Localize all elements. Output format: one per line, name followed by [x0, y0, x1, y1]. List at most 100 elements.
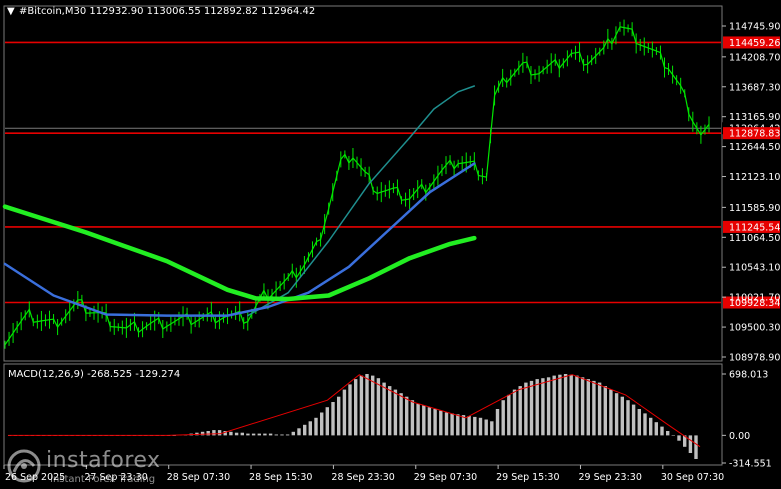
macd-bar: [478, 417, 483, 436]
price-tick-label: 112123.10: [729, 172, 780, 183]
price-tick-label: 108978.90: [729, 353, 780, 364]
macd-bar: [535, 379, 539, 436]
macd-bar: [473, 416, 477, 436]
macd-bar: [461, 415, 466, 436]
macd-title: MACD(12,26,9) -268.525 -129.274: [8, 369, 180, 380]
macd-bar: [660, 426, 664, 436]
macd-bar: [382, 382, 386, 436]
price-tick-label: 110543.10: [729, 263, 780, 274]
macd-tick-label: 0.00: [729, 431, 750, 442]
price-tick-label: 109500.30: [729, 323, 780, 334]
macd-bar: [303, 424, 307, 436]
macd-bar: [257, 433, 261, 436]
macd-bar: [337, 396, 341, 436]
macd-bar: [495, 409, 500, 436]
time-tick-label: 29 Sep 23:30: [578, 472, 641, 483]
macd-bar: [388, 386, 392, 436]
macd-bar: [609, 389, 613, 436]
macd-bar: [268, 433, 273, 436]
price-tick-label: 113687.30: [729, 82, 780, 93]
macd-bar: [348, 384, 352, 436]
chart-canvas: 112964.42114459.26112878.83111245.541099…: [0, 0, 781, 489]
macd-bar: [212, 430, 216, 436]
time-tick-label: 28 Sep 23:30: [331, 472, 394, 483]
time-tick-label: 28 Sep 15:30: [249, 472, 312, 483]
macd-bar: [575, 375, 579, 436]
price-tick-label: 111064.50: [729, 233, 780, 244]
macd-bar: [354, 379, 358, 436]
macd-bar: [399, 393, 403, 436]
price-tick-label: 114745.90: [729, 22, 780, 33]
macd-bar: [308, 421, 312, 436]
macd-bar: [501, 400, 505, 436]
macd-bar: [563, 374, 568, 436]
price-tick-label: 110021.70: [729, 293, 780, 304]
macd-bar: [291, 431, 295, 436]
macd-bar: [654, 422, 658, 436]
macd-bar: [263, 433, 267, 436]
macd-bar: [507, 394, 511, 436]
macd-bar: [592, 380, 596, 436]
level-label: 114459.26: [729, 38, 780, 49]
macd-bar: [688, 435, 693, 453]
macd-bar: [677, 435, 681, 441]
macd-bar: [649, 417, 653, 436]
macd-bar: [320, 412, 324, 436]
macd-bar: [444, 412, 449, 436]
macd-bar: [666, 431, 670, 436]
macd-bar: [217, 430, 222, 436]
macd-bar: [371, 375, 375, 436]
macd-bar: [410, 400, 415, 436]
macd-bar: [580, 377, 585, 436]
macd-bar: [620, 396, 624, 436]
macd-bar: [325, 407, 329, 436]
macd-bar: [229, 431, 233, 436]
header-arrow[interactable]: ▼: [7, 6, 15, 17]
macd-bar: [200, 431, 205, 436]
macd-bar: [280, 434, 284, 436]
time-tick-label: 29 Sep 15:30: [496, 472, 559, 483]
price-tick-label: 113165.90: [729, 112, 780, 123]
macd-bar: [433, 409, 437, 436]
price-tick-label: 111585.90: [729, 203, 780, 214]
macd-bar: [529, 380, 534, 436]
macd-bar: [314, 417, 318, 436]
macd-bar: [359, 375, 364, 436]
price-tick-label: 112644.50: [729, 142, 780, 153]
macd-bar: [597, 382, 602, 436]
price-tick-label: 114208.70: [729, 52, 780, 63]
macd-bar: [285, 434, 290, 436]
instaforex-logo: instaforex Instant Forex Trading: [6, 446, 186, 488]
macd-bar: [393, 389, 398, 436]
macd-tick-label: 698.013: [729, 370, 768, 381]
macd-tick-label: -314.551: [729, 459, 772, 470]
macd-bar: [569, 374, 573, 436]
macd-bar: [251, 433, 256, 436]
macd-bar: [643, 413, 647, 436]
macd-bar: [342, 389, 347, 436]
macd-bar: [637, 409, 641, 436]
macd-bar: [586, 379, 590, 436]
macd-bar: [484, 419, 488, 436]
macd-bar: [365, 374, 369, 436]
macd-bar: [518, 386, 522, 436]
macd-bar: [297, 428, 301, 436]
macd-bar: [456, 414, 460, 436]
instaforex-logo-icon: [7, 449, 41, 483]
macd-bar: [631, 404, 636, 436]
macd-bar: [427, 407, 432, 436]
macd-bar: [626, 400, 630, 436]
macd-bar: [405, 396, 409, 436]
macd-bar: [234, 432, 239, 436]
macd-bar: [524, 382, 528, 436]
time-tick-label: 29 Sep 07:30: [414, 472, 477, 483]
macd-bar: [206, 431, 210, 436]
macd-bar: [439, 410, 443, 436]
macd-bar: [694, 435, 698, 459]
macd-bar: [240, 432, 244, 436]
time-tick-label: 30 Sep 07:30: [661, 472, 724, 483]
level-label: 112878.83: [729, 129, 780, 140]
macd-bar: [490, 421, 494, 436]
macd-bar: [416, 403, 420, 436]
macd-bar: [512, 389, 517, 436]
